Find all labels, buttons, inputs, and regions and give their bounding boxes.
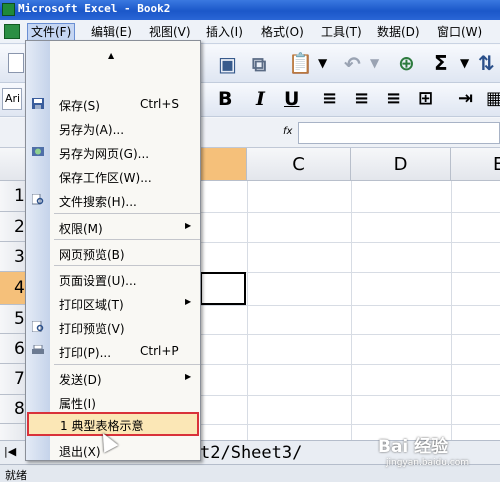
menu-scroll-up-icon[interactable]: ▲ [108,51,114,60]
sheet-tabs[interactable]: t2/Sheet3/ [200,443,302,463]
hyperlink-icon[interactable]: ⊕ [398,53,415,73]
window-title: Microsoft Excel - Book2 [18,2,171,15]
grid-line [247,181,248,453]
menu-edit[interactable]: 编辑(E) [88,23,135,41]
file-menu-print-preview[interactable]: 打印预览(V) [26,315,200,339]
save-icon [32,98,44,109]
underline-button[interactable]: U [284,90,299,109]
new-document-icon[interactable] [8,53,24,73]
menu-separator [54,364,200,365]
title-bar: Microsoft Excel - Book2 [0,0,500,20]
watermark-url: jingyan.baidu.com [386,458,470,468]
file-menu-web-preview[interactable]: 网页预览(B) [26,241,200,265]
file-menu-save-as-web[interactable]: 另存为网页(G)... [26,140,200,164]
align-center-icon[interactable]: ≡ [354,90,369,108]
indent-icon[interactable]: ⇥ [458,90,473,108]
file-menu-permission[interactable]: 权限(M) ▶ [26,215,200,239]
menu-window[interactable]: 窗口(W) [434,23,485,41]
submenu-arrow-icon: ▶ [185,372,192,381]
file-menu-save-workspace[interactable]: 保存工作区(W)... [26,164,200,188]
file-menu-save-as[interactable]: 另存为(A)... [26,116,200,140]
file-menu-send-to[interactable]: 发送(D) ▶ [26,366,200,390]
menu-separator [54,265,200,266]
excel-app-icon[interactable] [2,3,15,16]
align-left-icon[interactable]: ≡ [322,90,337,108]
insert-function-icon[interactable]: fx [283,126,292,137]
menu-view[interactable]: 视图(V) [146,23,194,41]
grid-line [351,181,352,453]
file-menu-print[interactable]: 打印(P)... Ctrl+P [26,339,200,363]
copy-icon[interactable]: ⧉ [252,54,266,74]
italic-button[interactable]: I [256,90,265,109]
first-sheet-icon[interactable]: |◀ [4,445,16,458]
menu-separator [54,239,200,240]
menu-format[interactable]: 格式(O) [258,23,307,41]
file-menu-page-setup[interactable]: 页面设置(U)... [26,267,200,291]
file-menu-save[interactable]: 保存(S) Ctrl+S [26,92,200,116]
paste-dropdown-icon[interactable]: ▼ [318,57,327,69]
merge-center-icon[interactable]: ⊞ [418,90,433,108]
active-cell-b4[interactable] [200,272,246,305]
align-right-icon[interactable]: ≡ [386,90,401,108]
menu-file[interactable]: 文件(F) [27,23,76,41]
file-menu-dropdown: ▲ 保存(S) Ctrl+S 另存为(A)... 另存为网页(G)... 保存工… [25,40,201,461]
menu-tools[interactable]: 工具(T) [318,23,365,41]
file-menu-properties[interactable]: 属性(I) [26,390,200,414]
paste-icon[interactable]: 📋 [288,53,313,73]
grid-line [451,181,452,453]
watermark-logo: Bai 经验 [378,437,449,457]
formula-input[interactable] [298,122,500,144]
column-header-e[interactable]: E [451,148,500,181]
column-header-b-selected[interactable] [200,148,247,181]
bold-button[interactable]: B [218,90,232,109]
print-preview-icon [32,321,44,332]
autosum-icon[interactable]: Σ [434,53,448,73]
watermark: Bai 经验 jingyan.baidu.com [378,432,498,478]
undo-icon[interactable]: ↶ [344,54,361,74]
sort-ascending-icon[interactable]: ⇅ [478,53,495,73]
undo-dropdown-icon[interactable]: ▼ [370,57,379,69]
column-header-c[interactable]: C [247,148,351,181]
menu-insert[interactable]: 插入(I) [203,23,246,41]
workbook-icon[interactable] [4,24,20,39]
research-icon[interactable]: ▣ [218,54,237,74]
border-icon[interactable]: ▦ [486,90,500,108]
file-search-icon [32,194,44,205]
file-menu-recent-file-1[interactable]: 1 典型表格示意 [27,412,199,436]
print-icon [32,345,44,354]
submenu-arrow-icon: ▶ [185,297,192,306]
status-text: 就绪 [5,469,27,482]
file-menu-print-area[interactable]: 打印区域(T) ▶ [26,291,200,315]
font-name-box[interactable]: Ari [2,88,22,110]
file-menu-file-search[interactable]: 文件搜索(H)... [26,188,200,212]
menu-separator [54,213,200,214]
web-save-icon [32,147,44,156]
menu-data[interactable]: 数据(D) [374,23,423,41]
autosum-dropdown-icon[interactable]: ▼ [460,57,469,69]
submenu-arrow-icon: ▶ [185,221,192,230]
column-header-d[interactable]: D [351,148,451,181]
